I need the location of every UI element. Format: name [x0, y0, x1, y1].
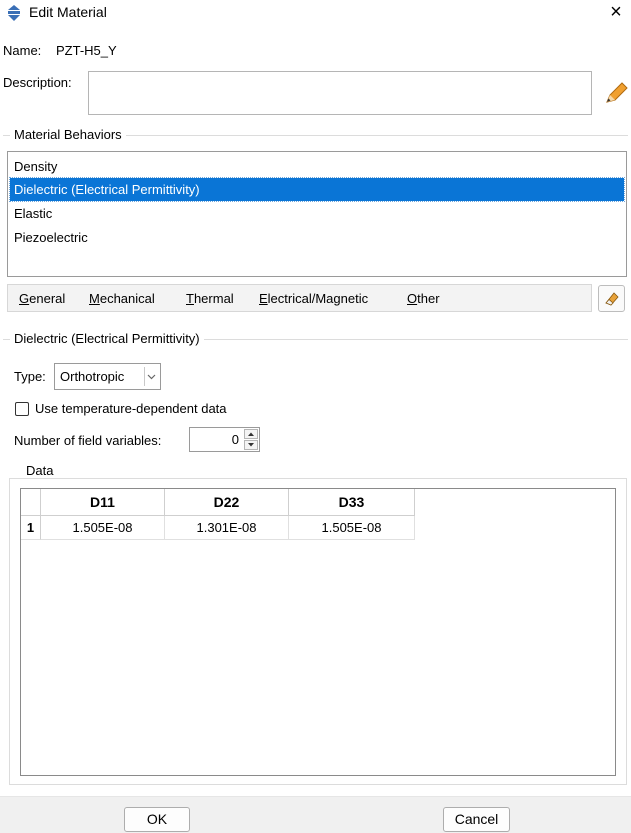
- behavior-label: Elastic: [14, 206, 53, 221]
- table-cell[interactable]: 1.505E-08: [289, 516, 415, 540]
- menu-other[interactable]: Other: [407, 291, 440, 306]
- app-icon: [8, 5, 20, 21]
- table-corner: [21, 489, 41, 516]
- description-label: Description:: [3, 75, 72, 90]
- data-group-title: Data: [22, 463, 58, 478]
- menu-thermal[interactable]: Thermal: [186, 291, 234, 306]
- cancel-button[interactable]: Cancel: [443, 807, 510, 832]
- type-label: Type:: [14, 369, 46, 384]
- caret-down-icon: [248, 443, 254, 447]
- type-value: Orthotropic: [60, 369, 125, 384]
- behavior-label: Piezoelectric: [14, 230, 88, 245]
- menu-mnemonic: O: [407, 291, 418, 306]
- menu-label: eneral: [29, 291, 66, 306]
- behavior-menu-bar: General Mechanical Thermal Electrical/Ma…: [7, 284, 592, 312]
- table-cell[interactable]: 1.505E-08: [41, 516, 165, 540]
- column-header-d11[interactable]: D11: [41, 489, 165, 516]
- behavior-item-density[interactable]: Density: [10, 155, 624, 178]
- column-header-d22[interactable]: D22: [165, 489, 289, 516]
- column-header-d33[interactable]: D33: [289, 489, 415, 516]
- close-icon: ×: [610, 1, 622, 23]
- field-variables-stepper[interactable]: 0: [189, 427, 260, 452]
- menu-label: ther: [417, 291, 440, 306]
- behavior-item-piezoelectric[interactable]: Piezoelectric: [10, 226, 624, 249]
- menu-general[interactable]: General: [19, 291, 65, 306]
- behaviors-group-title: Material Behaviors: [10, 127, 126, 142]
- menu-mechanical[interactable]: Mechanical: [89, 291, 155, 306]
- behavior-item-dielectric[interactable]: Dielectric (Electrical Permittivity): [9, 177, 625, 202]
- temperature-dependent-checkbox[interactable]: [15, 402, 29, 416]
- stepper-down-button[interactable]: [244, 440, 258, 450]
- delete-behavior-button[interactable]: [598, 285, 625, 312]
- name-label: Name:: [3, 43, 42, 58]
- dropdown-arrow: [144, 367, 158, 386]
- behavior-label: Dielectric (Electrical Permittivity): [14, 182, 200, 197]
- chevron-down-icon: [147, 374, 156, 380]
- dialog-footer: OK Cancel: [0, 796, 631, 833]
- field-variables-value: 0: [231, 432, 239, 447]
- menu-electrical-magnetic[interactable]: Electrical/Magnetic: [259, 291, 368, 306]
- temperature-dependent-label: Use temperature-dependent data: [35, 401, 227, 416]
- behavior-label: Density: [14, 159, 58, 174]
- menu-label: echanical: [99, 291, 155, 306]
- menu-mnemonic: E: [259, 291, 268, 306]
- eraser-icon: [605, 292, 619, 306]
- data-table[interactable]: D11 D22 D33 1 1.505E-08 1.301E-08 1.505E…: [20, 488, 616, 776]
- behavior-item-elastic[interactable]: Elastic: [10, 202, 624, 225]
- field-variables-label: Number of field variables:: [14, 433, 162, 448]
- material-name: PZT-H5_Y: [56, 43, 117, 58]
- stepper-up-button[interactable]: [244, 429, 258, 439]
- close-button[interactable]: ×: [604, 1, 628, 25]
- dielectric-group-title: Dielectric (Electrical Permittivity): [10, 331, 204, 346]
- description-field[interactable]: [88, 71, 592, 115]
- ok-button[interactable]: OK: [124, 807, 190, 832]
- behaviors-list[interactable]: Density Dielectric (Electrical Permittiv…: [7, 151, 627, 277]
- window-title: Edit Material: [29, 4, 107, 20]
- pencil-icon[interactable]: [603, 81, 629, 107]
- row-header[interactable]: 1: [21, 516, 41, 540]
- type-select[interactable]: Orthotropic: [54, 363, 161, 390]
- stepper-buttons: [244, 429, 258, 450]
- table-cell[interactable]: 1.301E-08: [165, 516, 289, 540]
- menu-mnemonic: T: [186, 291, 194, 306]
- caret-up-icon: [248, 432, 254, 436]
- menu-label: lectrical/Magnetic: [267, 291, 369, 306]
- menu-label: hermal: [193, 291, 234, 306]
- title-bar: Edit Material ×: [0, 0, 631, 26]
- menu-mnemonic: G: [19, 291, 30, 306]
- menu-mnemonic: M: [89, 291, 100, 306]
